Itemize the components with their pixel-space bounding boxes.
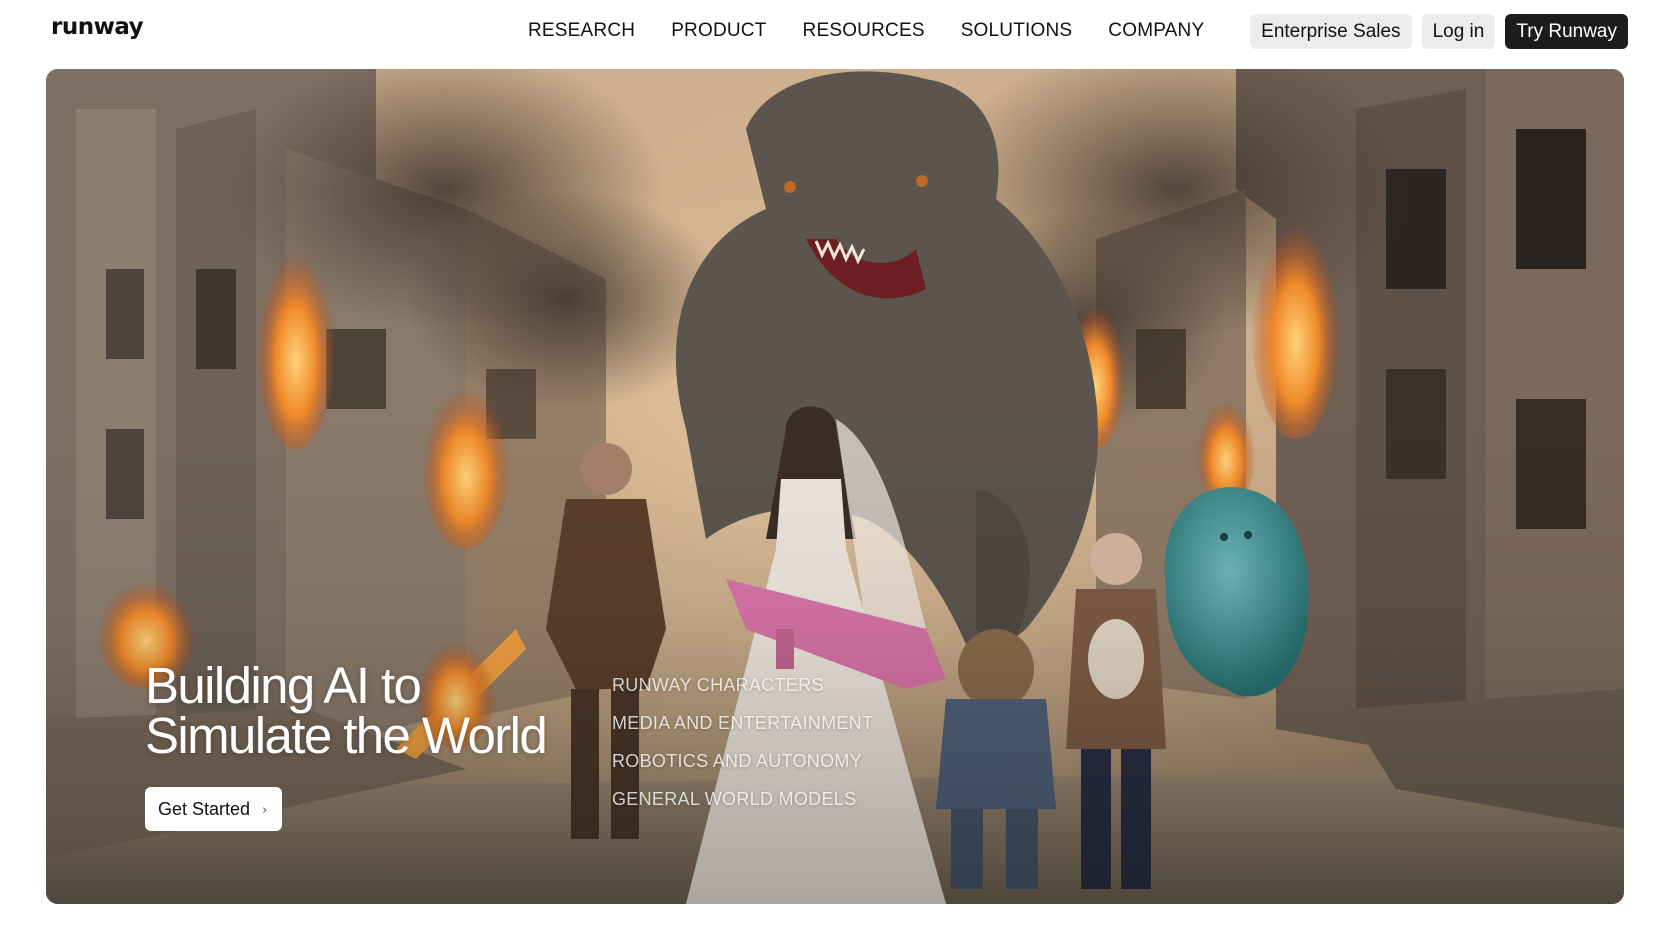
hero-headline: Building AI to Simulate the World [145,657,548,764]
nav-product[interactable]: PRODUCT [671,20,766,42]
main-nav: RESEARCH PRODUCT RESOURCES SOLUTIONS COM… [528,0,1204,62]
nav-research[interactable]: RESEARCH [528,20,635,42]
chevron-right-icon: › [262,802,268,818]
nav-solutions[interactable]: SOLUTIONS [961,20,1073,42]
link-runway-characters[interactable]: RUNWAY CHARACTERS [612,675,873,697]
login-button[interactable]: Log in [1421,14,1496,49]
nav-company[interactable]: COMPANY [1108,20,1204,42]
headline-line-1: Building AI to [145,657,422,714]
hero-banner: Building AI to Simulate the World Get St… [46,69,1624,904]
link-robotics-autonomy[interactable]: ROBOTICS AND AUTONOMY [612,751,873,773]
get-started-button[interactable]: Get Started › [145,787,283,831]
nav-resources[interactable]: RESOURCES [803,20,925,42]
header-actions: Enterprise Sales Log in Try Runway [1250,14,1628,49]
try-runway-button[interactable]: Try Runway [1505,14,1628,49]
hero-category-links: RUNWAY CHARACTERS MEDIA AND ENTERTAINMEN… [612,675,873,827]
link-media-entertainment[interactable]: MEDIA AND ENTERTAINMENT [612,713,873,735]
get-started-label: Get Started [158,798,251,819]
enterprise-sales-button[interactable]: Enterprise Sales [1250,14,1412,49]
headline-line-2: Simulate the World [145,707,548,764]
link-general-world-models[interactable]: GENERAL WORLD MODELS [612,789,873,811]
runway-logo[interactable]: runway [51,14,144,40]
site-header: runway RESEARCH PRODUCT RESOURCES SOLUTI… [0,0,1670,64]
